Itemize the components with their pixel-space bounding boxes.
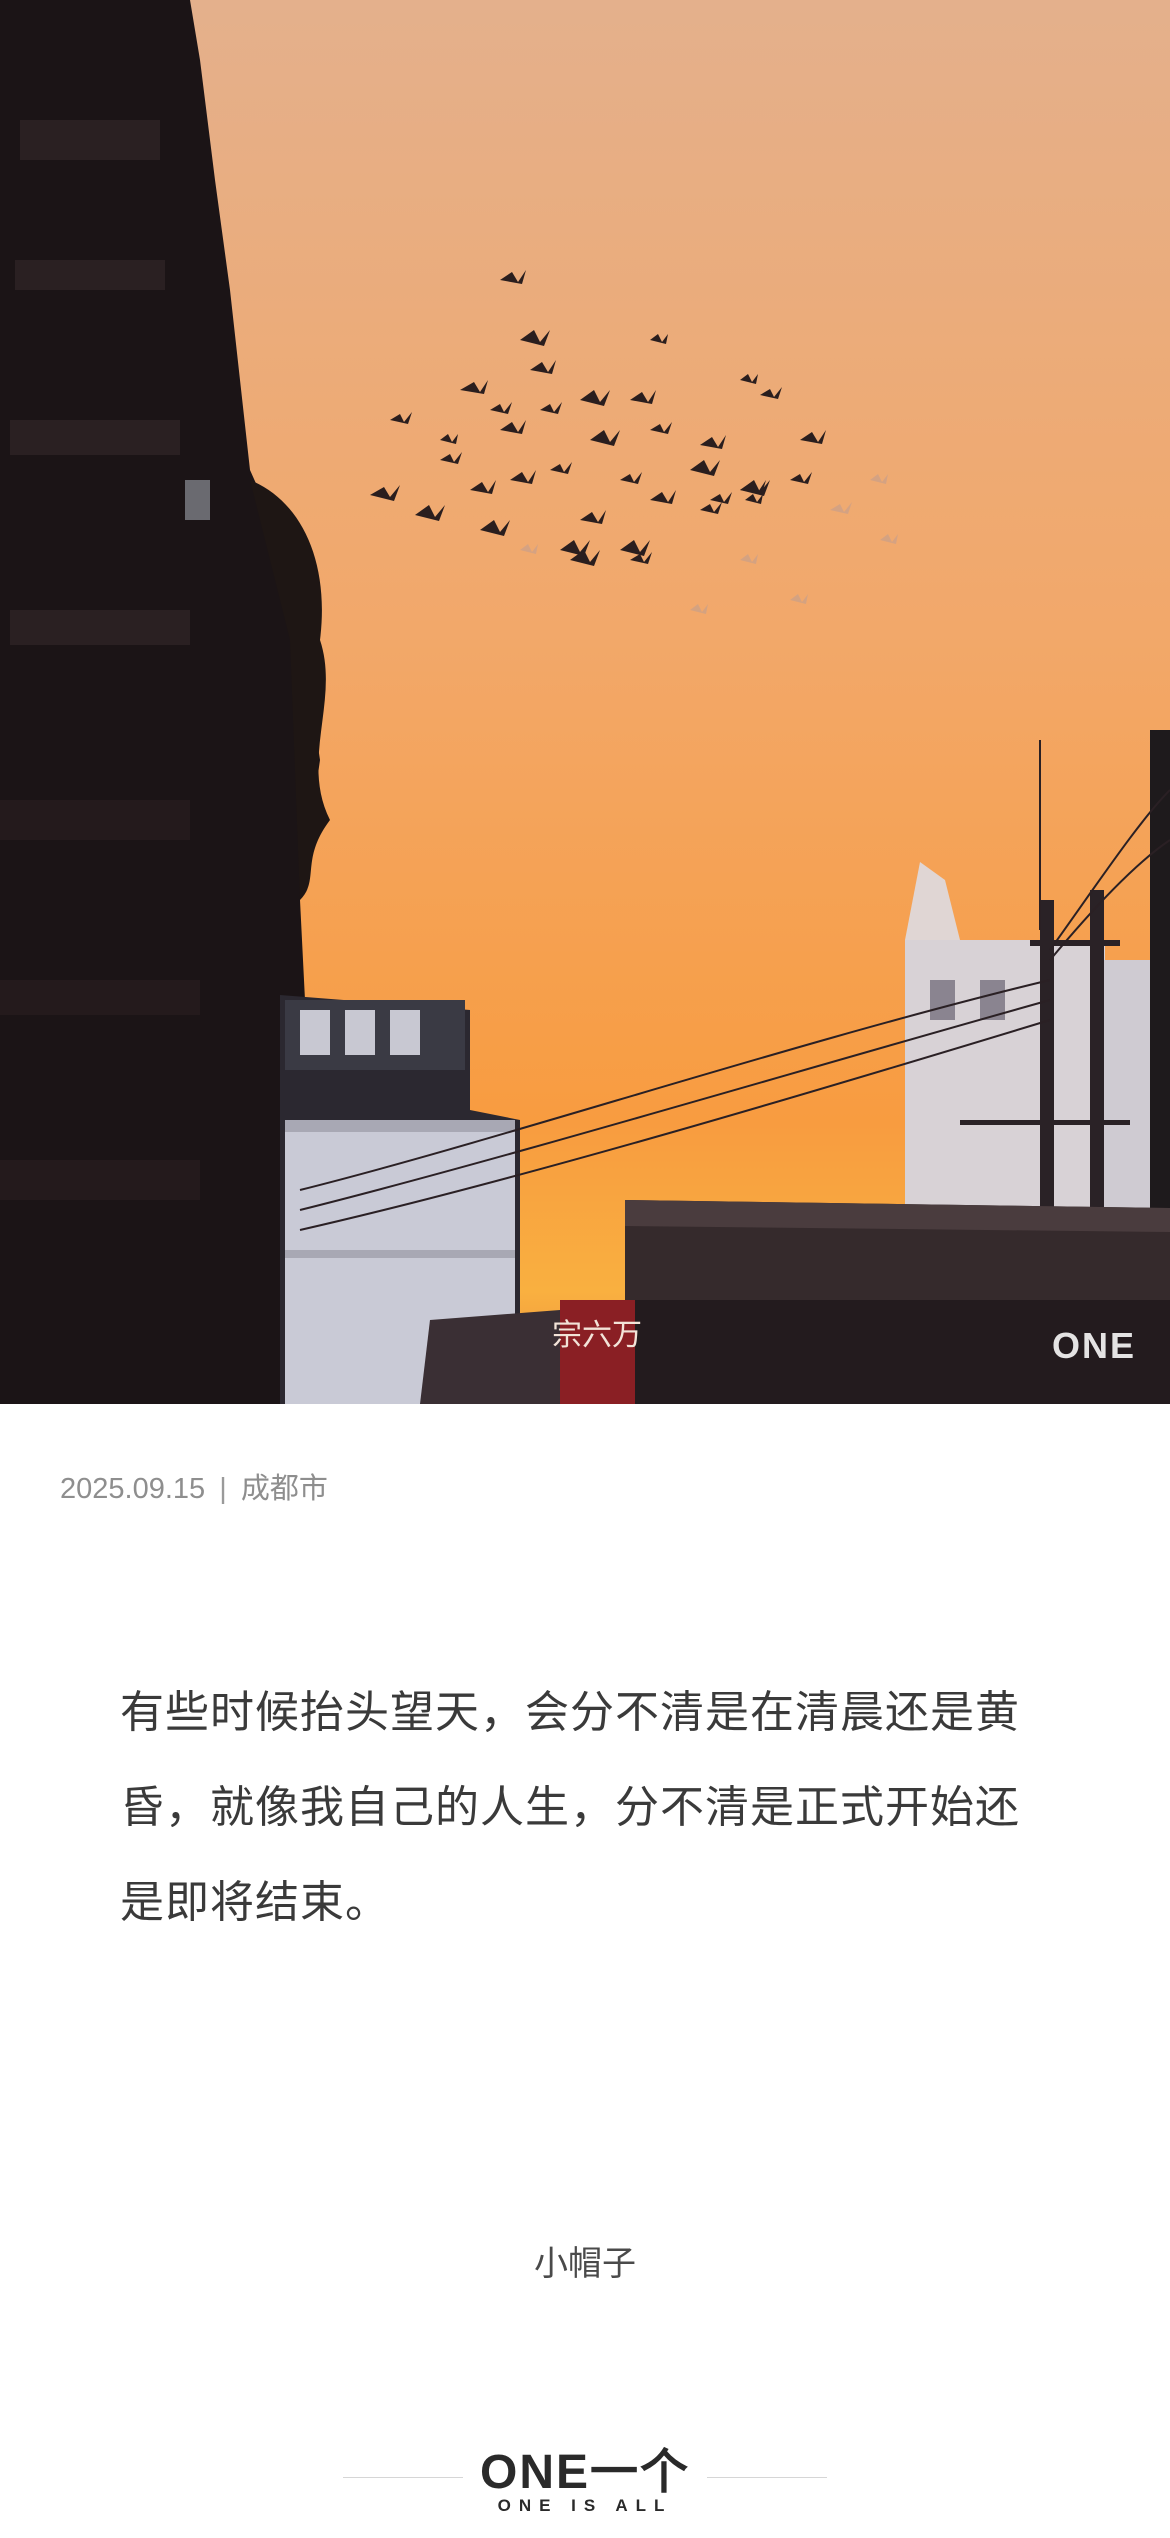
one-watermark: ONE: [1051, 1325, 1136, 1366]
footer-logo: ONE一个 ONE IS ALL: [0, 2428, 1170, 2518]
quote-text: 有些时候抬头望天，会分不清是在清晨还是黄昏，就像我自己的人生，分不清是正式开始还…: [120, 1687, 1020, 1928]
sign-text: 宗六万: [552, 1318, 642, 1353]
meta-separator: |: [219, 1473, 227, 1505]
post-date: 2025.09.15: [60, 1473, 206, 1505]
tiled-roof: 宗六万: [552, 1200, 1170, 1404]
one-logo: ONE一个: [479, 2446, 691, 2499]
post-meta: 2025.09.15 | 成都市: [60, 1465, 328, 1507]
author-name: 小帽子: [534, 2244, 636, 2284]
one-tagline: ONE IS ALL: [497, 2496, 673, 2515]
sunset-photo: 宗六万: [0, 0, 1170, 1404]
photo: 宗六万 ONE: [0, 0, 1170, 1404]
post-location: 成都市: [240, 1473, 328, 1505]
